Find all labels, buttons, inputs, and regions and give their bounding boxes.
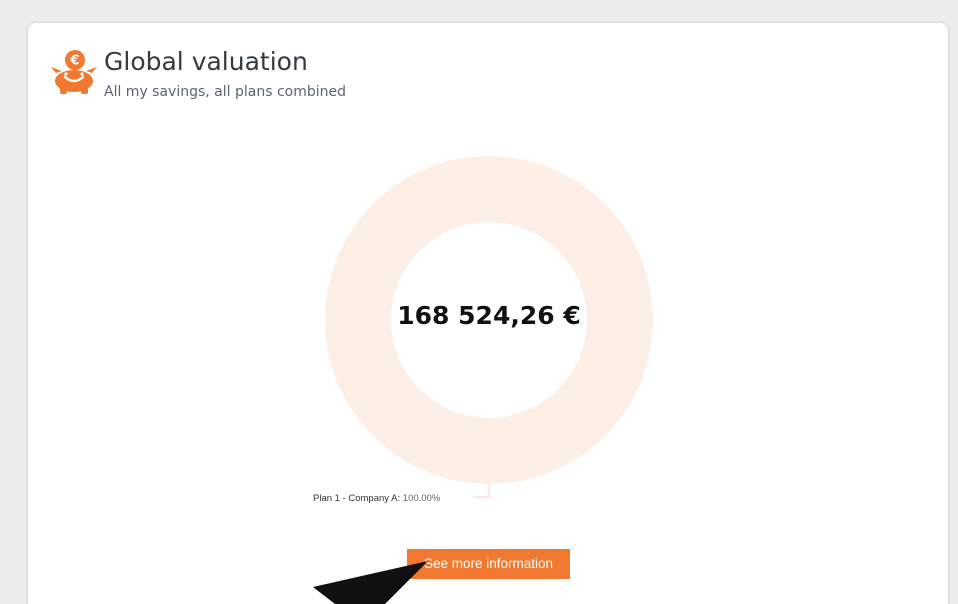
see-more-information-button[interactable]: See more information — [407, 549, 570, 579]
slice-label-name: Plan 1 - Company A — [313, 493, 398, 504]
slice-label-percent: 100.00% — [402, 493, 441, 504]
valuation-card: € Global valuation All my savings, all p… — [28, 23, 948, 604]
valuation-donut-chart — [325, 156, 653, 498]
page: € Global valuation All my savings, all p… — [0, 0, 958, 604]
slice-label: Plan 1 - Company A: 100.00% — [313, 493, 441, 504]
total-valuation-value: 168 524,26 € — [397, 301, 581, 330]
slice-leader-line — [473, 484, 490, 498]
